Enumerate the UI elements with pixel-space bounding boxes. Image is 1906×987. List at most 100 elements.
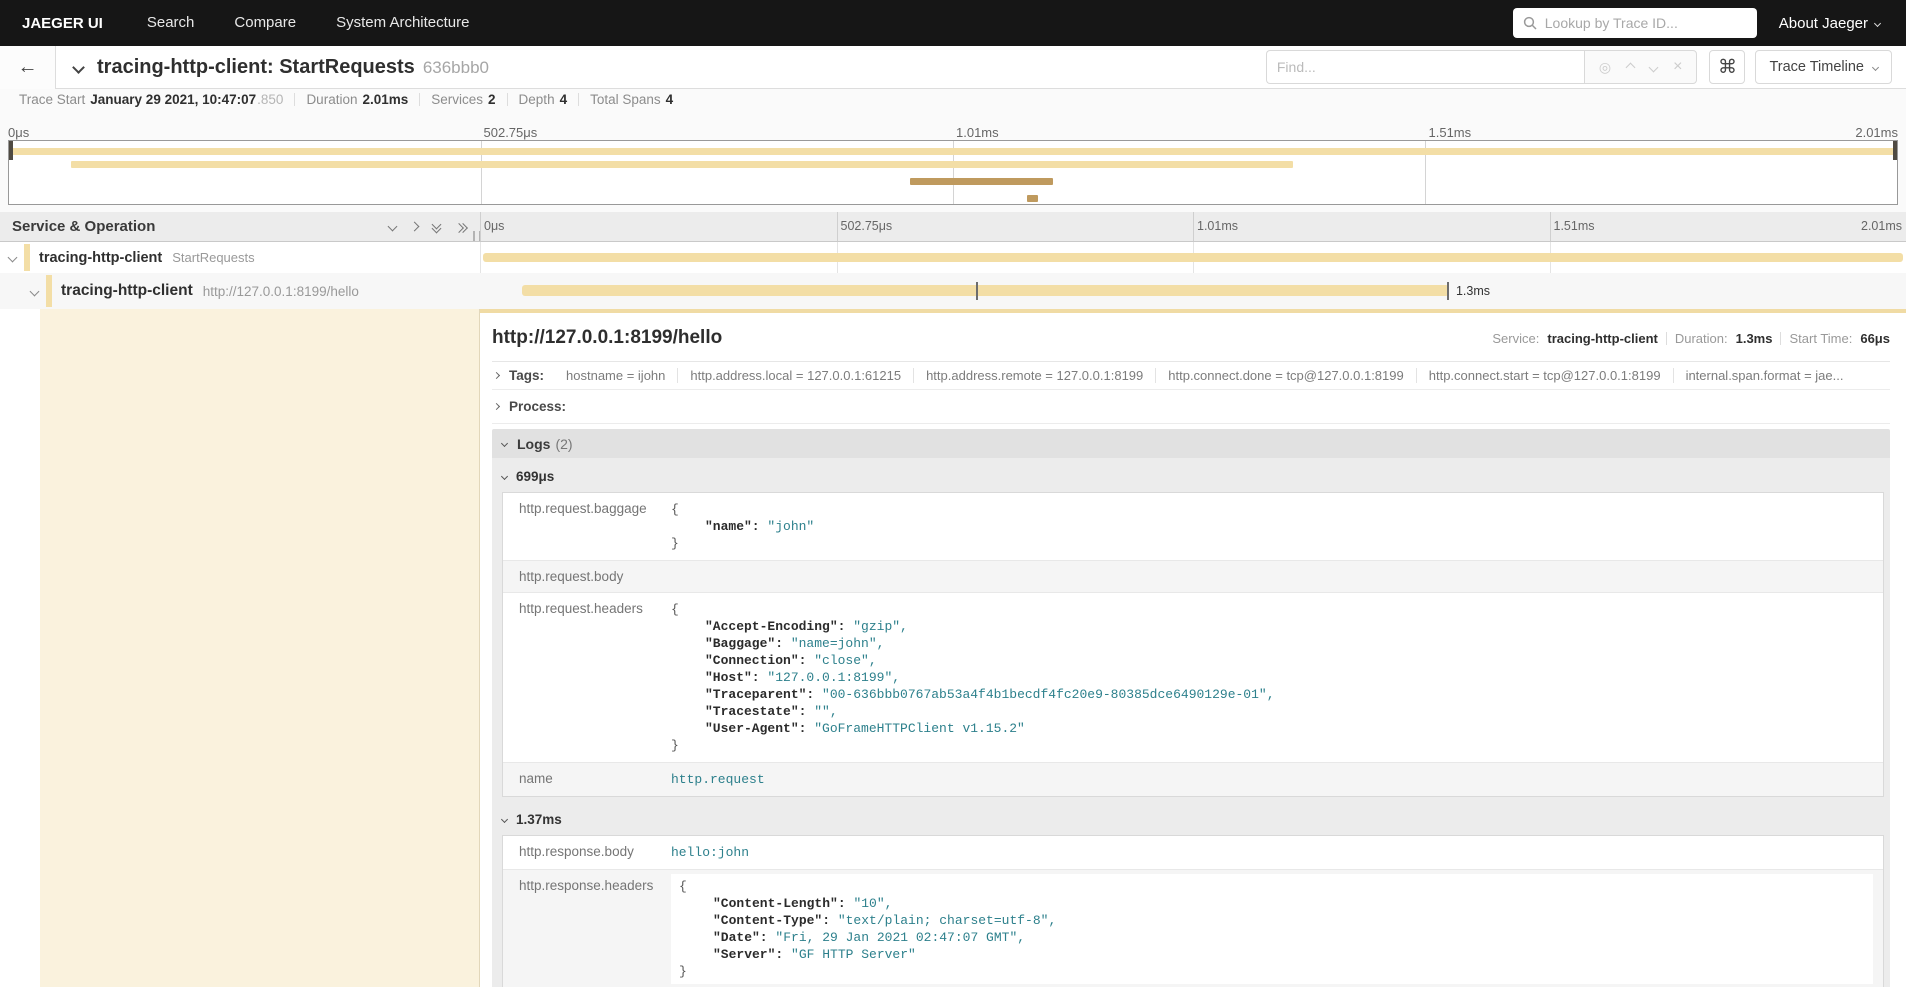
chevron-down-icon [1872, 63, 1879, 70]
service-color-strip [46, 275, 52, 307]
chevron-down-icon[interactable] [30, 286, 40, 296]
top-navbar: JAEGER UI Search Compare System Architec… [0, 0, 1906, 46]
match-highlight-icon[interactable]: ◎ [1599, 59, 1611, 76]
find-group: ◎ × [1266, 50, 1698, 84]
ruler-gridline [480, 212, 481, 241]
tick-label: 0μs [484, 219, 504, 233]
start-time-value: 66μs [1860, 331, 1890, 346]
log-entry-toggle-699us[interactable]: 699μs [502, 460, 1884, 492]
tick-label: 1.51ms [1554, 219, 1595, 233]
kv-row: http.response.headers { "Content-Length"… [503, 870, 1883, 987]
find-controls: ◎ × [1584, 50, 1698, 84]
meta-label: Trace Start [19, 92, 85, 107]
find-input[interactable] [1266, 50, 1584, 84]
about-jaeger-label: About Jaeger [1779, 15, 1868, 32]
trace-collapse-chevron-icon[interactable] [72, 61, 85, 74]
meta-services: Services 2 [420, 92, 506, 107]
kv-value-json: { "Accept-Encoding": "gzip", "Baggage": … [663, 593, 1883, 762]
span-bar[interactable] [522, 285, 1449, 296]
tick-label: 0μs [8, 125, 29, 140]
meta-value: 4 [560, 92, 568, 107]
search-icon [1523, 16, 1537, 30]
trace-view-selector[interactable]: Trace Timeline [1755, 50, 1892, 84]
meta-depth: Depth 4 [508, 92, 579, 107]
chevron-right-icon [493, 403, 500, 410]
find-clear-icon[interactable]: × [1673, 58, 1682, 76]
logs-accordion-header[interactable]: Logs (2) [492, 429, 1890, 458]
span-bar-cell[interactable] [480, 242, 1906, 273]
trace-title-text: tracing-http-client: StartRequests [97, 56, 415, 78]
meta-value: 2.01ms [362, 92, 408, 107]
tick-label: 502.75μs [484, 125, 538, 140]
back-arrow-icon: ← [18, 56, 38, 79]
tick-label: 2.01ms [1861, 219, 1902, 233]
logs-body: 699μs http.request.baggage { "name": "jo… [492, 458, 1890, 987]
timeline-header-row: Service & Operation 0μs 502.75μs 1.01ms … [0, 212, 1906, 242]
minimap-span-bar [11, 148, 1895, 155]
kv-value-text: hello:john [663, 836, 1883, 869]
jaeger-trace-page: JAEGER UI Search Compare System Architec… [0, 0, 1906, 987]
meta-label: Duration [306, 92, 357, 107]
kv-key: http.response.body [503, 836, 663, 869]
logs-section: Logs (2) 699μs http.request.baggage [492, 429, 1890, 987]
minimap-left-scrub-handle[interactable] [9, 141, 13, 160]
minimap-canvas[interactable] [8, 140, 1898, 205]
operation-name: http://127.0.0.1:8199/hello [203, 284, 359, 299]
tag-pill: hostname = ijohn [554, 368, 678, 383]
chevron-down-icon [501, 440, 508, 447]
meta-duration: Duration 2.01ms [295, 92, 419, 107]
expand-all-icon[interactable] [456, 222, 468, 231]
span-bar[interactable] [483, 253, 1903, 262]
collapse-all-icon[interactable] [433, 221, 442, 233]
trace-title: tracing-http-client: StartRequests636bbb… [97, 56, 489, 79]
tag-pill: http.address.local = 127.0.0.1:61215 [678, 368, 914, 383]
find-prev-icon[interactable] [1626, 62, 1636, 72]
expand-one-icon[interactable] [411, 223, 418, 230]
duration-value: 1.3ms [1736, 331, 1773, 346]
minimap-tick-labels: 0μs 502.75μs 1.01ms 1.51ms 2.01ms [8, 125, 1898, 140]
trace-id-lookup-input[interactable] [1545, 15, 1747, 31]
trace-minimap: 0μs 502.75μs 1.01ms 1.51ms 2.01ms [0, 110, 1906, 212]
kv-value-json: { "Content-Length": "10", "Content-Type"… [663, 870, 1883, 987]
back-button[interactable]: ← [0, 46, 56, 89]
meta-value-fraction: .850 [257, 92, 283, 107]
keyboard-shortcuts-button[interactable]: ⌘ [1709, 50, 1745, 84]
span-rows: tracing-http-client StartRequests tracin… [0, 242, 1906, 309]
span-detail-accent-column [40, 309, 480, 987]
nav-item-compare[interactable]: Compare [214, 0, 316, 46]
meta-value: 2 [488, 92, 496, 107]
log-entry-toggle-1-37ms[interactable]: 1.37ms [502, 803, 1884, 835]
log-marker[interactable] [1447, 282, 1449, 300]
log-kv-table: http.request.baggage { "name": "john" } [502, 492, 1884, 797]
brand-jaeger-ui[interactable]: JAEGER UI [0, 15, 127, 32]
duration-label: Duration: [1675, 331, 1728, 346]
minimap-right-scrub-handle[interactable] [1893, 141, 1897, 160]
service-label: Service: [1492, 331, 1539, 346]
about-jaeger-menu[interactable]: About Jaeger [1779, 15, 1880, 32]
chevron-down-icon [501, 472, 508, 479]
chevron-down-icon[interactable] [8, 253, 18, 263]
span-detail-header: http://127.0.0.1:8199/hello Service: tra… [492, 327, 1890, 349]
log-marker[interactable] [976, 282, 978, 300]
nav-item-system-architecture[interactable]: System Architecture [316, 0, 489, 46]
span-name-cell[interactable]: tracing-http-client StartRequests [0, 242, 480, 273]
collapse-one-icon[interactable] [389, 223, 396, 230]
meta-label: Depth [519, 92, 555, 107]
nav-item-search[interactable]: Search [127, 0, 215, 46]
find-next-icon[interactable] [1649, 62, 1659, 72]
tags-accordion[interactable]: Tags: hostname = ijohn http.address.loca… [492, 362, 1890, 390]
span-name-cell[interactable]: tracing-http-client http://127.0.0.1:819… [0, 273, 480, 309]
kv-key: http.response.headers [503, 870, 663, 987]
logs-title: Logs [517, 436, 550, 452]
service-name: tracing-http-client [61, 282, 193, 300]
trace-id-lookup[interactable] [1513, 8, 1757, 38]
log-timestamp: 1.37ms [516, 812, 562, 827]
process-accordion[interactable]: Process: [492, 390, 1890, 424]
span-detail-row: http://127.0.0.1:8199/hello Service: tra… [0, 309, 1906, 987]
meta-label: Total Spans [590, 92, 661, 107]
minimap-span-bar [910, 178, 1053, 185]
span-bar-cell[interactable]: 1.3ms [480, 273, 1906, 309]
span-row-hello-selected: tracing-http-client http://127.0.0.1:819… [0, 273, 1906, 309]
kv-value-json: { "name": "john" } [663, 493, 1883, 560]
service-operation-title: Service & Operation [0, 218, 389, 235]
